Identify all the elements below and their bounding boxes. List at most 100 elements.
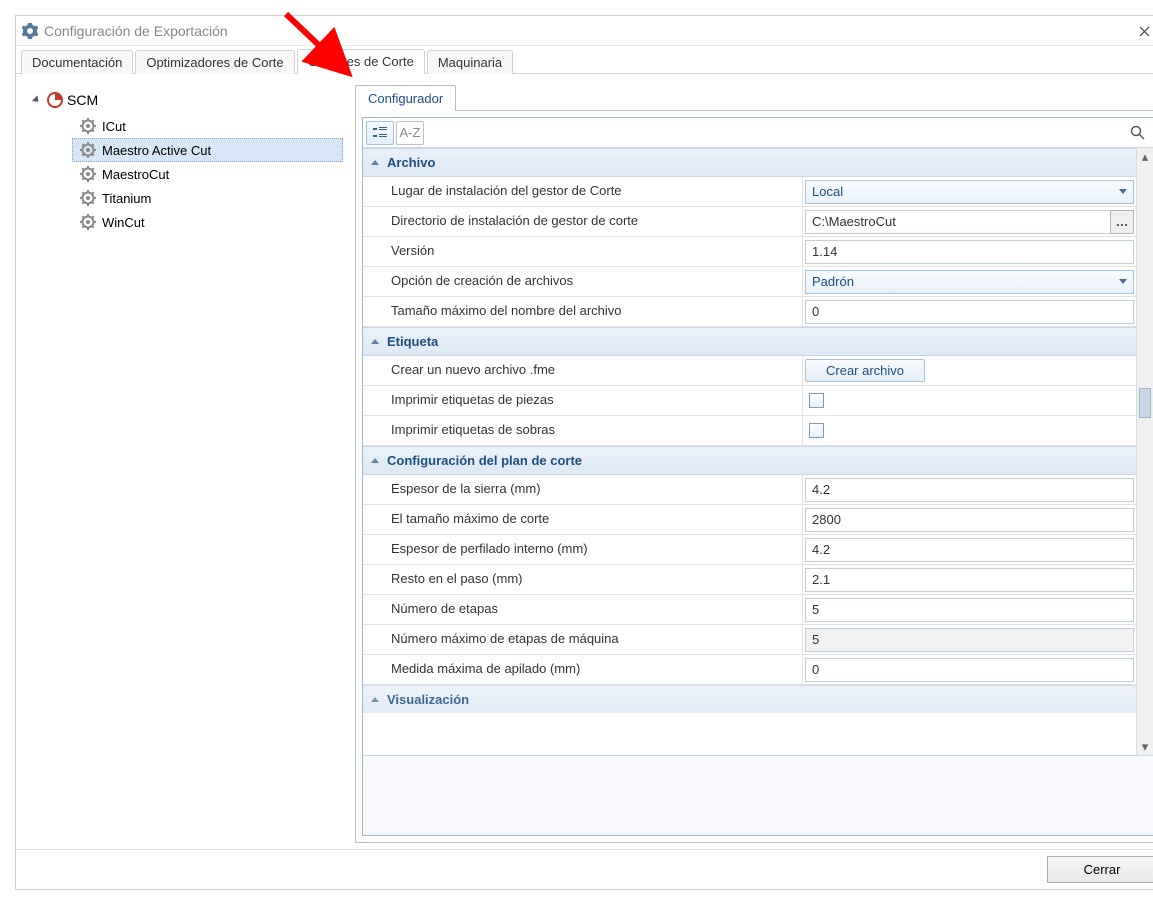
- imprimir-sobras-checkbox[interactable]: [809, 423, 824, 438]
- tree-item-wincut[interactable]: WinCut: [72, 210, 343, 234]
- row-espesor-sierra: Espesor de la sierra (mm): [363, 475, 1136, 505]
- prop-label: Lugar de instalación del gestor de Corte: [363, 177, 803, 206]
- search-icon: [1130, 125, 1145, 140]
- section-title: Configuración del plan de corte: [387, 453, 582, 468]
- row-resto-paso: Resto en el paso (mm): [363, 565, 1136, 595]
- prop-label: Espesor de la sierra (mm): [363, 475, 803, 504]
- section-etiqueta[interactable]: Etiqueta: [363, 327, 1136, 356]
- tab-gestores[interactable]: Gestores de Corte: [297, 49, 425, 74]
- row-numero-max-etapas: Número máximo de etapas de máquina: [363, 625, 1136, 655]
- sort-alpha-button[interactable]: A-Z: [396, 121, 424, 145]
- categorize-button[interactable]: [366, 121, 394, 145]
- row-crear-fme: Crear un nuevo archivo .fme Crear archiv…: [363, 356, 1136, 386]
- vertical-scrollbar[interactable]: ▴ ▾: [1136, 148, 1153, 755]
- search-button[interactable]: [1124, 121, 1150, 145]
- opcion-dropdown[interactable]: Padrón: [805, 270, 1134, 294]
- row-version: Versión: [363, 237, 1136, 267]
- medida-apilado-input[interactable]: [805, 658, 1134, 682]
- row-imprimir-sobras: Imprimir etiquetas de sobras: [363, 416, 1136, 446]
- tamano-input[interactable]: [805, 300, 1134, 324]
- tab-optimizadores[interactable]: Optimizadores de Corte: [135, 50, 294, 74]
- lugar-dropdown[interactable]: Local: [805, 180, 1134, 204]
- tamano-max-input[interactable]: [805, 508, 1134, 532]
- prop-label: Tamaño máximo del nombre del archivo: [363, 297, 803, 326]
- tree-root-scm[interactable]: SCM: [34, 92, 343, 108]
- collapse-icon: [371, 697, 379, 702]
- version-input[interactable]: [805, 240, 1134, 264]
- espesor-perf-input[interactable]: [805, 538, 1134, 562]
- tree-item-maestro-active-cut[interactable]: Maestro Active Cut: [72, 138, 343, 162]
- prop-label: Resto en el paso (mm): [363, 565, 803, 594]
- property-body: Archivo Lugar de instalación del gestor …: [363, 148, 1153, 755]
- cerrar-button[interactable]: Cerrar: [1047, 856, 1153, 883]
- property-scroll: Archivo Lugar de instalación del gestor …: [363, 148, 1136, 755]
- tree-children: ICut Maestro Active Cut MaestroCut Titan…: [72, 114, 343, 234]
- section-visualizacion[interactable]: Visualización: [363, 685, 1136, 713]
- scroll-up-icon: ▴: [1137, 148, 1153, 165]
- row-imprimir-piezas: Imprimir etiquetas de piezas: [363, 386, 1136, 416]
- tree-item-icut[interactable]: ICut: [72, 114, 343, 138]
- row-numero-etapas: Número de etapas: [363, 595, 1136, 625]
- chevron-down-icon: [1119, 279, 1127, 284]
- window-close-button[interactable]: [1122, 16, 1153, 46]
- prop-label: Crear un nuevo archivo .fme: [363, 356, 803, 385]
- titlebar: Configuración de Exportación: [16, 16, 1153, 46]
- chevron-down-icon: [1119, 189, 1127, 194]
- scroll-handle[interactable]: [1139, 388, 1151, 418]
- gear-icon: [80, 214, 96, 230]
- gear-icon: [80, 190, 96, 206]
- body: SCM ICut Maestro Active Cut MaestroCut: [16, 74, 1153, 849]
- gear-icon: [80, 166, 96, 182]
- prop-label: El tamaño máximo de corte: [363, 505, 803, 534]
- num-max-etapas-input: [805, 628, 1134, 652]
- gear-icon: [22, 23, 38, 39]
- prop-label: Número de etapas: [363, 595, 803, 624]
- property-toolbar: A-Z: [363, 118, 1153, 148]
- collapse-icon: [371, 339, 379, 344]
- window-title: Configuración de Exportación: [44, 23, 228, 39]
- main-tab-bar: Documentación Optimizadores de Corte Ges…: [16, 46, 1153, 74]
- section-title: Archivo: [387, 155, 435, 170]
- tree-expand-icon: [32, 95, 41, 104]
- row-espesor-perfilado: Espesor de perfilado interno (mm): [363, 535, 1136, 565]
- property-search-input[interactable]: [428, 121, 1120, 145]
- prop-label: Imprimir etiquetas de sobras: [363, 416, 803, 445]
- dialog-footer: Cerrar: [16, 849, 1153, 889]
- row-medida-apilado: Medida máxima de apilado (mm): [363, 655, 1136, 685]
- row-tamano-max-corte: El tamaño máximo de corte: [363, 505, 1136, 535]
- tab-maquinaria[interactable]: Maquinaria: [427, 50, 513, 74]
- tree-item-label: Maestro Active Cut: [102, 143, 211, 158]
- browse-button[interactable]: …: [1110, 210, 1134, 234]
- tree-item-label: WinCut: [102, 215, 145, 230]
- prop-label: Versión: [363, 237, 803, 266]
- resto-input[interactable]: [805, 568, 1134, 592]
- directorio-input[interactable]: [805, 210, 1111, 234]
- prop-label: Número máximo de etapas de máquina: [363, 625, 803, 654]
- prop-label: Directorio de instalación de gestor de c…: [363, 207, 803, 236]
- tree-item-label: MaestroCut: [102, 167, 169, 182]
- scm-logo-icon: [47, 92, 63, 108]
- prop-label: Medida máxima de apilado (mm): [363, 655, 803, 684]
- collapse-icon: [371, 160, 379, 165]
- tree-item-label: ICut: [102, 119, 126, 134]
- tree-item-label: Titanium: [102, 191, 151, 206]
- tree-root-label: SCM: [67, 92, 98, 108]
- row-directorio: Directorio de instalación de gestor de c…: [363, 207, 1136, 237]
- property-description-area: [363, 755, 1153, 835]
- gear-icon: [80, 142, 96, 158]
- categorize-icon: [373, 126, 387, 140]
- num-etapas-input[interactable]: [805, 598, 1134, 622]
- section-archivo[interactable]: Archivo: [363, 148, 1136, 177]
- tree-item-maestrocut[interactable]: MaestroCut: [72, 162, 343, 186]
- section-title: Etiqueta: [387, 334, 438, 349]
- tree-item-titanium[interactable]: Titanium: [72, 186, 343, 210]
- tab-documentacion[interactable]: Documentación: [21, 50, 133, 74]
- export-config-window: Configuración de Exportación Documentaci…: [15, 15, 1153, 890]
- tab-configurador[interactable]: Configurador: [355, 85, 456, 111]
- espesor-sierra-input[interactable]: [805, 478, 1134, 502]
- crear-archivo-button[interactable]: Crear archivo: [805, 359, 925, 382]
- imprimir-piezas-checkbox[interactable]: [809, 393, 824, 408]
- section-plan-corte[interactable]: Configuración del plan de corte: [363, 446, 1136, 475]
- tree-pane: SCM ICut Maestro Active Cut MaestroCut: [16, 74, 351, 849]
- row-lugar-instalacion: Lugar de instalación del gestor de Corte…: [363, 177, 1136, 207]
